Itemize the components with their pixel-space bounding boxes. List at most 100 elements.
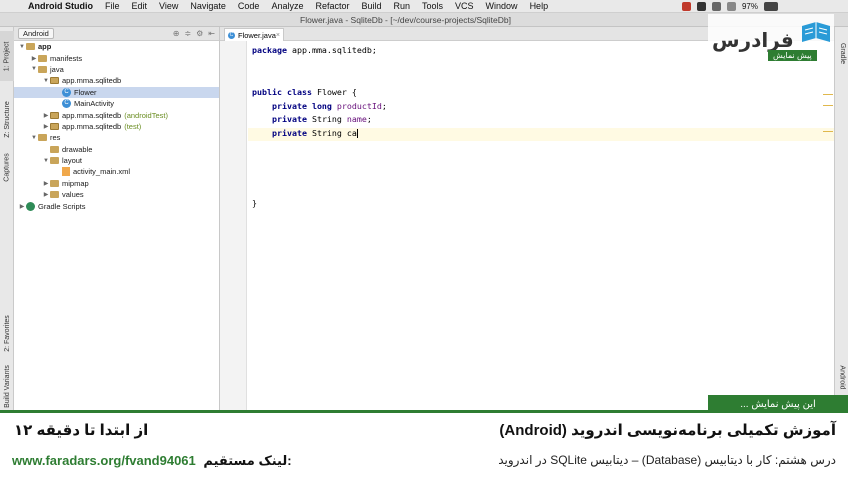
- code-line: }: [252, 197, 387, 211]
- menu-code[interactable]: Code: [232, 1, 266, 11]
- dropbox-icon[interactable]: [696, 1, 706, 11]
- tree-item-label: manifests: [50, 53, 83, 63]
- folder-icon: [26, 43, 35, 51]
- expand-arrow-icon[interactable]: ▼: [42, 78, 50, 84]
- sync-icon[interactable]: ⊕: [173, 29, 180, 38]
- tree-item-label: app.mma.sqlitedb: [62, 121, 122, 131]
- expand-arrow-icon[interactable]: ▶: [42, 180, 50, 187]
- faradars-logo: فرادرس پیش نمایش: [708, 14, 834, 64]
- volume-icon[interactable]: [726, 1, 736, 11]
- collapse-icon[interactable]: ≑: [184, 29, 191, 38]
- code-area[interactable]: package app.mma.sqlitedb; public class Fl…: [252, 44, 387, 211]
- tool-tab-structure[interactable]: Z: Structure: [0, 87, 14, 151]
- tree-item[interactable]: drawable: [14, 144, 219, 155]
- tree-item[interactable]: ▼ java: [14, 64, 219, 75]
- battery-percent: 97%: [741, 1, 758, 11]
- expand-arrow-icon[interactable]: ▶: [42, 123, 50, 130]
- hide-panel-icon[interactable]: ⇤: [208, 29, 215, 38]
- tool-tab-captures[interactable]: Captures: [0, 147, 14, 187]
- app-status-icon[interactable]: [681, 1, 691, 11]
- expand-arrow-icon[interactable]: ▶: [30, 55, 38, 62]
- code-token: String: [306, 114, 347, 125]
- menu-file[interactable]: File: [99, 1, 126, 11]
- expand-arrow-icon[interactable]: ▼: [18, 44, 26, 50]
- menu-edit[interactable]: Edit: [126, 1, 154, 11]
- tool-tab-gradle[interactable]: Gradle: [835, 35, 848, 71]
- tree-item[interactable]: C MainActivity: [14, 98, 219, 109]
- tool-tab-favorites[interactable]: 2: Favorites: [0, 307, 14, 359]
- gradle-icon: [26, 201, 35, 211]
- folder-icon: [50, 157, 59, 165]
- menu-navigate[interactable]: Navigate: [184, 1, 232, 11]
- code-token: package: [252, 45, 287, 55]
- editor-gutter[interactable]: [220, 41, 247, 410]
- editor-tab-flower[interactable]: C Flower.java ×: [224, 28, 284, 41]
- scroll-marker[interactable]: [823, 105, 833, 106]
- tree-item[interactable]: ▶ manifests: [14, 52, 219, 63]
- wifi-icon[interactable]: [711, 1, 721, 11]
- code-line: public class Flower {: [252, 86, 387, 100]
- tree-item[interactable]: ▶ app.mma.sqlitedb (test): [14, 121, 219, 132]
- tree-item[interactable]: ▶ Gradle Scripts: [14, 200, 219, 211]
- expand-arrow-icon[interactable]: ▼: [30, 135, 38, 141]
- tree-item[interactable]: activity_main.xml: [14, 166, 219, 177]
- direct-link-url[interactable]: www.faradars.org/fvand94061: [12, 453, 196, 468]
- menu-app-name[interactable]: Android Studio: [22, 1, 99, 11]
- expand-arrow-icon[interactable]: ▼: [42, 158, 50, 164]
- code-token: public class: [252, 86, 312, 97]
- tree-item[interactable]: ▶ app.mma.sqlitedb (androidTest): [14, 109, 219, 120]
- menu-build[interactable]: Build: [355, 1, 387, 11]
- tree-item[interactable]: ▼ app: [14, 41, 219, 52]
- menu-items: File Edit View Navigate Code Analyze Refactor B…: [99, 1, 554, 11]
- menu-tools[interactable]: Tools: [416, 1, 449, 11]
- tree-item[interactable]: ▼ app.mma.sqlitedb: [14, 75, 219, 86]
- menu-run[interactable]: Run: [388, 1, 417, 11]
- menu-analyze[interactable]: Analyze: [265, 1, 309, 11]
- package-icon: [50, 77, 59, 85]
- tool-tab-android-model[interactable]: Android: [835, 357, 848, 397]
- folder-icon: [50, 179, 59, 187]
- tree-item[interactable]: ▼ layout: [14, 155, 219, 166]
- scroll-marker[interactable]: [823, 94, 833, 95]
- project-panel-tools: ⊕ ≑ ⚙ ⇤: [173, 29, 219, 38]
- code-token: ;: [381, 100, 387, 111]
- scroll-marker[interactable]: [823, 131, 833, 132]
- direct-link-label: لینک مستقیم:: [203, 453, 292, 468]
- tree-item-label: res: [50, 133, 61, 143]
- code-editor[interactable]: C Flower.java × package app.mma.sqlitedb…: [220, 27, 834, 410]
- tree-item-label: activity_main.xml: [73, 167, 131, 177]
- menu-window[interactable]: Window: [480, 1, 524, 11]
- tree-item-label: Flower: [74, 87, 97, 97]
- folder-icon: [50, 191, 59, 199]
- code-token: productId: [331, 100, 382, 111]
- close-tab-icon[interactable]: ×: [276, 32, 280, 39]
- expand-arrow-icon[interactable]: ▼: [30, 66, 38, 72]
- editor-tab-label: Flower.java: [237, 30, 276, 40]
- left-tool-strip: 1: Project Z: Structure Captures 2: Favo…: [0, 27, 14, 410]
- menu-view[interactable]: View: [153, 1, 184, 11]
- expand-arrow-icon[interactable]: ▶: [42, 112, 50, 119]
- project-view-selector[interactable]: Android: [18, 28, 54, 39]
- tree-item-label: layout: [62, 156, 83, 166]
- tool-tab-label: Gradle: [838, 42, 846, 64]
- menu-vcs[interactable]: VCS: [449, 1, 480, 11]
- tree-item[interactable]: ▶ values: [14, 189, 219, 200]
- gear-icon[interactable]: ⚙: [196, 29, 203, 38]
- tree-item[interactable]: ▼ res: [14, 132, 219, 143]
- tool-tab-build-variants[interactable]: Build Variants: [0, 362, 14, 410]
- tree-item[interactable]: C Flower: [14, 86, 219, 98]
- code-line: private String ca: [252, 127, 387, 141]
- menu-help[interactable]: Help: [524, 1, 555, 11]
- expand-arrow-icon[interactable]: ▶: [18, 203, 26, 210]
- tree-item[interactable]: ▶ mipmap: [14, 178, 219, 189]
- menu-refactor[interactable]: Refactor: [309, 1, 355, 11]
- tree-item-label: app.mma.sqlitedb: [62, 110, 122, 120]
- expand-arrow-icon[interactable]: ▶: [42, 191, 50, 198]
- tool-tab-project[interactable]: 1: Project: [0, 31, 14, 81]
- battery-icon[interactable]: [764, 1, 778, 11]
- tool-tab-label: 1: Project: [3, 41, 11, 71]
